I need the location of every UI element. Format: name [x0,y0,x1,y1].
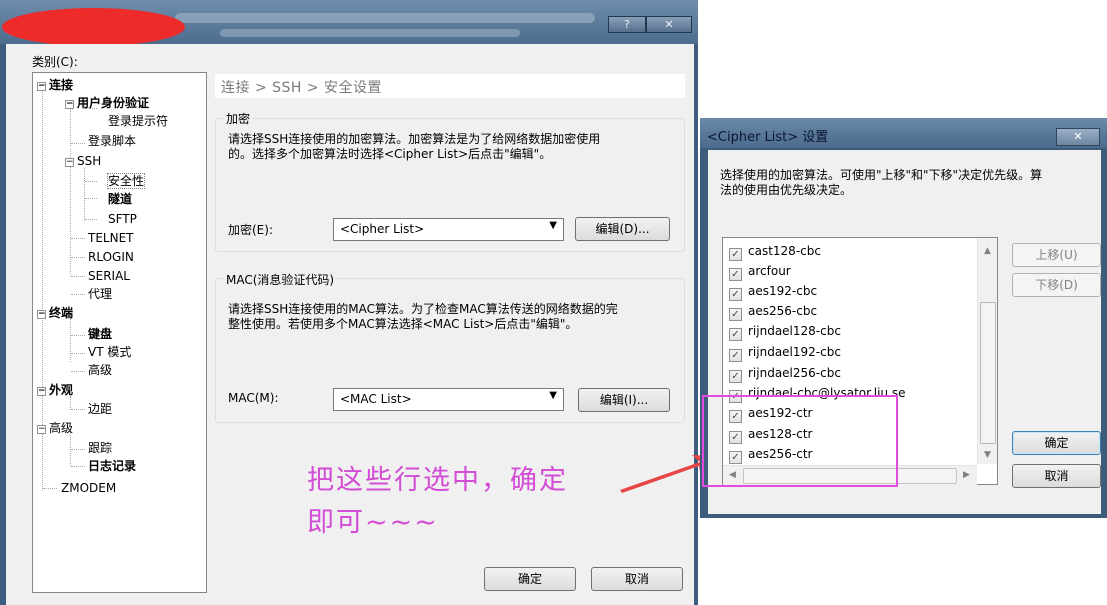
blurred-title-text [175,13,595,23]
encryption-group-title: 加密 [223,110,254,127]
close-button[interactable]: ✕ [646,16,692,33]
dialog-close-button[interactable]: ✕ [1056,128,1100,146]
move-down-button[interactable]: 下移(D) [1012,273,1101,297]
checkbox-checked[interactable]: ✓ [729,349,742,362]
mac-desc-2: 整性使用。若使用多个MAC算法选择<MAC List>后点击"编辑"。 [228,317,578,331]
checkbox-checked[interactable]: ✓ [729,370,742,383]
tree-item-proxy[interactable]: 代理 [88,287,112,301]
collapse-icon[interactable]: − [37,310,46,319]
help-button[interactable]: ? [608,16,646,33]
tree-item-appearance[interactable]: − 外观 [37,383,73,397]
tree-item-rlogin[interactable]: RLOGIN [88,250,134,264]
checkbox-checked[interactable]: ✓ [729,328,742,341]
tree-item-ssh[interactable]: − SSH [65,154,101,168]
tree-item-term-advanced[interactable]: 高级 [88,363,112,377]
scroll-right-icon[interactable]: ▶ [963,470,970,480]
tree-item-log[interactable]: 日志记录 [88,459,136,473]
collapse-icon[interactable]: − [65,100,74,109]
checkbox-checked[interactable]: ✓ [729,248,742,261]
blurred-title-text-2 [220,29,520,37]
list-item[interactable]: ✓ aes256-cbc [729,302,817,322]
selection-highlight-box [702,395,898,487]
tree-item-security[interactable]: 安全性 [106,173,146,189]
collapse-icon[interactable]: − [37,425,46,434]
dialog-title: <Cipher List> 设置 [707,130,829,145]
dialog-desc-line-1: 选择使用的加密算法。可使用"上移"和"下移"决定优先级。算 [720,168,1043,182]
list-item[interactable]: ✓ rijndael192-cbc [729,343,841,363]
tree-item-keyboard[interactable]: 键盘 [88,327,112,341]
category-label: 类别(C): [32,55,78,69]
list-item[interactable]: ✓ rijndael256-cbc [729,364,841,384]
tree-item-margin[interactable]: 边距 [88,402,112,416]
dialog-description: 选择使用的加密算法。可使用"上移"和"下移"决定优先级。算 法的使用由优先级决定… [720,168,1102,198]
chevron-down-icon: ▼ [549,390,557,401]
chevron-down-icon: ▼ [549,220,557,231]
cipher-select[interactable]: <Cipher List> ▼ [333,218,564,241]
tree-item-vt-mode[interactable]: VT 模式 [88,345,131,359]
edit-cipher-button[interactable]: 编辑(D)... [575,217,670,241]
mac-label: MAC(M): [228,391,279,405]
ok-button[interactable]: 确定 [484,567,576,591]
tree-item-trace[interactable]: 跟踪 [88,441,112,455]
move-up-button[interactable]: 上移(U) [1012,243,1101,267]
tree-item-login-script[interactable]: 登录脚本 [88,134,136,148]
tree-item-telnet[interactable]: TELNET [88,231,134,245]
checkbox-checked[interactable]: ✓ [729,288,742,301]
category-tree[interactable]: − 连接 − 用户身份验证 登录提示符 登录脚本 − SSH 安全性 隧道 SFTP … [32,72,207,593]
tree-item-serial[interactable]: SERIAL [88,269,130,283]
tree-item-tunnel[interactable]: 隧道 [108,192,132,206]
redaction-mark [2,8,185,46]
dialog-desc-line-2: 法的使用由优先级决定。 [720,183,853,197]
dialog-cancel-button[interactable]: 取消 [1012,464,1101,488]
tree-item-zmodem[interactable]: ZMODEM [61,481,116,495]
tree-item-terminal[interactable]: − 终端 [37,306,73,320]
collapse-icon[interactable]: − [37,82,46,91]
list-item[interactable]: ✓ cast128-cbc [729,242,821,262]
tree-item-sftp[interactable]: SFTP [108,212,137,226]
collapse-icon[interactable]: − [65,158,74,167]
checkbox-checked[interactable]: ✓ [729,268,742,281]
cancel-button[interactable]: 取消 [591,567,683,591]
encryption-desc-1: 请选择SSH连接使用的加密算法。加密算法是为了给网络数据加密使用 [228,132,601,146]
scroll-thumb[interactable] [980,302,996,444]
list-item[interactable]: ✓ aes192-cbc [729,282,817,302]
tree-item-connection[interactable]: − 连接 [37,78,73,92]
encryption-desc-2: 的。选择多个加密算法时选择<Cipher List>后点击"编辑"。 [228,147,552,161]
scroll-down-icon[interactable]: ▼ [984,450,991,460]
annotation-line-2: 即可~~~ [307,507,439,538]
scroll-up-icon[interactable]: ▲ [984,246,991,256]
title-bar[interactable]: ? ✕ [0,0,698,46]
list-item[interactable]: ✓ rijndael128-cbc [729,322,841,342]
edit-mac-button[interactable]: 编辑(I)... [578,388,670,412]
breadcrumb: 连接 > SSH > 安全设置 [215,74,685,98]
mac-group-title: MAC(消息验证代码) [223,271,338,288]
dialog-ok-button[interactable]: 确定 [1012,431,1101,455]
mac-desc-1: 请选择SSH连接使用的MAC算法。为了检查MAC算法传送的网络数据的完 [228,302,618,316]
mac-select[interactable]: <MAC List> ▼ [333,388,564,411]
tree-item-auth[interactable]: − 用户身份验证 [65,96,149,110]
vertical-scrollbar[interactable]: ▲ ▼ [977,238,997,464]
dialog-title-bar[interactable]: <Cipher List> 设置 ✕ [700,118,1107,148]
tree-item-login-prompt[interactable]: 登录提示符 [108,114,168,128]
list-item[interactable]: ✓ arcfour [729,262,791,282]
tree-item-advanced[interactable]: − 高级 [37,421,73,435]
encryption-label: 加密(E): [228,223,273,237]
annotation-line-1: 把这些行选中，确定 [307,465,568,496]
checkbox-checked[interactable]: ✓ [729,308,742,321]
collapse-icon[interactable]: − [37,387,46,396]
